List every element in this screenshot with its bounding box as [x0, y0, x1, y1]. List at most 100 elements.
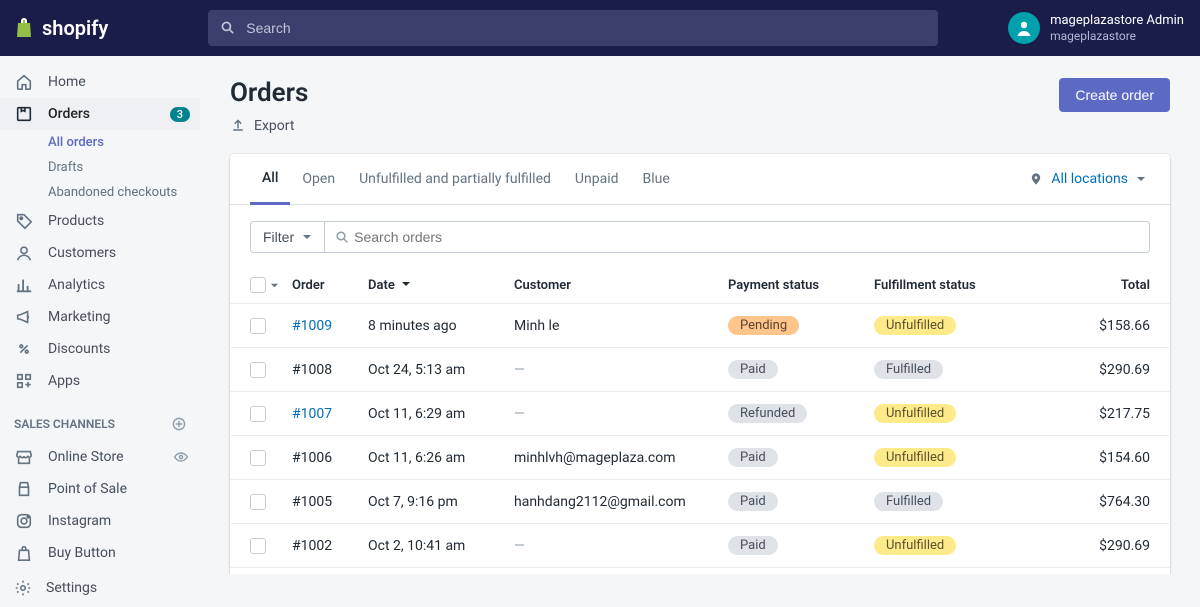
subnav-all-orders[interactable]: All orders [0, 130, 200, 155]
shopify-logo[interactable]: shopify [12, 16, 108, 40]
order-id: #1008 [292, 362, 368, 378]
nav-home[interactable]: Home [0, 66, 200, 98]
nav-settings[interactable]: Settings [0, 569, 200, 607]
nav-marketing[interactable]: Marketing [0, 301, 200, 333]
search-orders[interactable] [325, 221, 1150, 253]
tabs: All Open Unfulfilled and partially fulfi… [230, 154, 1170, 205]
page-title: Orders [230, 78, 308, 108]
row-checkbox[interactable] [250, 362, 266, 378]
export-icon [230, 118, 246, 134]
fulfillment-status-badge: Unfulfilled [874, 404, 956, 423]
table-row[interactable]: #1001Oct 2, 10:12 amhanhdang2112@gmail.c… [230, 568, 1170, 574]
nav-buy-button[interactable]: Buy Button [0, 537, 200, 569]
col-date[interactable]: Date [368, 278, 514, 293]
section-label: SALES CHANNELS [14, 417, 115, 431]
order-date: 8 minutes ago [368, 318, 514, 334]
nav-label: Point of Sale [48, 481, 127, 497]
nav-label: Orders [48, 106, 90, 122]
export-button[interactable]: Export [230, 118, 308, 134]
sidebar: Home Orders 3 All orders Drafts Abandone… [0, 56, 200, 574]
nav-customers[interactable]: Customers [0, 237, 200, 269]
orders-icon [14, 104, 34, 124]
col-payment[interactable]: Payment status [728, 278, 874, 293]
row-checkbox[interactable] [250, 318, 266, 334]
tab-open[interactable]: Open [290, 155, 347, 203]
user-menu[interactable]: mageplazastore Admin mageplazastore [1008, 12, 1184, 44]
global-search[interactable] [208, 10, 938, 46]
row-checkbox[interactable] [250, 494, 266, 510]
user-name: mageplazastore Admin [1050, 13, 1184, 29]
add-channel-icon[interactable] [170, 415, 188, 433]
tag-icon [14, 211, 34, 231]
order-customer: minhlvh@mageplaza.com [514, 450, 728, 466]
store-name: mageplazastore [1050, 29, 1184, 43]
col-order[interactable]: Order [292, 278, 368, 293]
table-row[interactable]: #1008Oct 24, 5:13 am—PaidFulfilled$290.6… [230, 348, 1170, 392]
discount-icon [14, 339, 34, 359]
table-row[interactable]: #1007Oct 11, 6:29 am—RefundedUnfulfilled… [230, 392, 1170, 436]
order-total: $217.75 [1074, 406, 1150, 422]
search-input[interactable] [246, 20, 926, 36]
order-id[interactable]: #1009 [292, 318, 368, 334]
row-checkbox[interactable] [250, 406, 266, 422]
nav-label: Home [48, 74, 86, 90]
nav-label: Instagram [48, 513, 111, 529]
col-fulfillment[interactable]: Fulfillment status [874, 278, 1074, 293]
nav-label: Marketing [48, 309, 111, 325]
nav-orders[interactable]: Orders 3 [0, 98, 200, 130]
eye-icon[interactable] [172, 448, 190, 466]
tab-all[interactable]: All [250, 154, 290, 205]
chevron-down-icon [1136, 174, 1146, 184]
payment-status-badge: Paid [728, 360, 778, 379]
order-date: Oct 7, 9:16 pm [368, 494, 514, 510]
sort-desc-icon [401, 279, 411, 289]
nav-analytics[interactable]: Analytics [0, 269, 200, 301]
nav-instagram[interactable]: Instagram [0, 505, 200, 537]
order-id: #1002 [292, 538, 368, 554]
tab-unfulfilled[interactable]: Unfulfilled and partially fulfilled [347, 155, 563, 203]
locations-dropdown[interactable]: All locations [1029, 171, 1150, 187]
nav-online-store[interactable]: Online Store [0, 441, 200, 473]
order-customer: — [514, 362, 728, 378]
home-icon [14, 72, 34, 92]
order-id: #1006 [292, 450, 368, 466]
order-id: #1005 [292, 494, 368, 510]
table-row[interactable]: #10098 minutes agoMinh lePendingUnfulfil… [230, 304, 1170, 348]
order-date: Oct 11, 6:29 am [368, 406, 514, 422]
apps-icon [14, 371, 34, 391]
order-total: $290.69 [1074, 362, 1150, 378]
order-id[interactable]: #1007 [292, 406, 368, 422]
subnav-drafts[interactable]: Drafts [0, 155, 200, 180]
chevron-down-icon[interactable] [270, 281, 279, 290]
col-customer[interactable]: Customer [514, 278, 728, 293]
nav-discounts[interactable]: Discounts [0, 333, 200, 365]
nav-products[interactable]: Products [0, 205, 200, 237]
create-order-button[interactable]: Create order [1059, 78, 1170, 112]
tab-unpaid[interactable]: Unpaid [563, 155, 631, 203]
table-row[interactable]: #1005Oct 7, 9:16 pmhanhdang2112@gmail.co… [230, 480, 1170, 524]
shopify-bag-icon [12, 16, 36, 40]
search-orders-input[interactable] [350, 222, 1139, 252]
fulfillment-status-badge: Unfulfilled [874, 316, 956, 335]
chevron-down-icon [302, 232, 312, 242]
nav-pos[interactable]: Point of Sale [0, 473, 200, 505]
logo-text: shopify [42, 16, 108, 40]
table-row[interactable]: #1006Oct 11, 6:26 amminhlvh@mageplaza.co… [230, 436, 1170, 480]
select-all-checkbox[interactable] [250, 277, 266, 293]
avatar [1008, 12, 1040, 44]
filter-button[interactable]: Filter [250, 221, 325, 253]
nav-label: Online Store [48, 449, 124, 465]
locations-label: All locations [1051, 171, 1128, 187]
row-checkbox[interactable] [250, 538, 266, 554]
col-total[interactable]: Total [1074, 278, 1150, 293]
table-row[interactable]: #1002Oct 2, 10:41 am—PaidUnfulfilled$290… [230, 524, 1170, 568]
subnav-abandoned[interactable]: Abandoned checkouts [0, 180, 200, 205]
order-total: $290.69 [1074, 538, 1150, 554]
nav-apps[interactable]: Apps [0, 365, 200, 397]
orders-card: All Open Unfulfilled and partially fulfi… [230, 154, 1170, 574]
order-customer: — [514, 538, 728, 554]
tab-blue[interactable]: Blue [631, 155, 682, 203]
gear-icon [14, 579, 32, 597]
nav-label: Customers [48, 245, 116, 261]
row-checkbox[interactable] [250, 450, 266, 466]
